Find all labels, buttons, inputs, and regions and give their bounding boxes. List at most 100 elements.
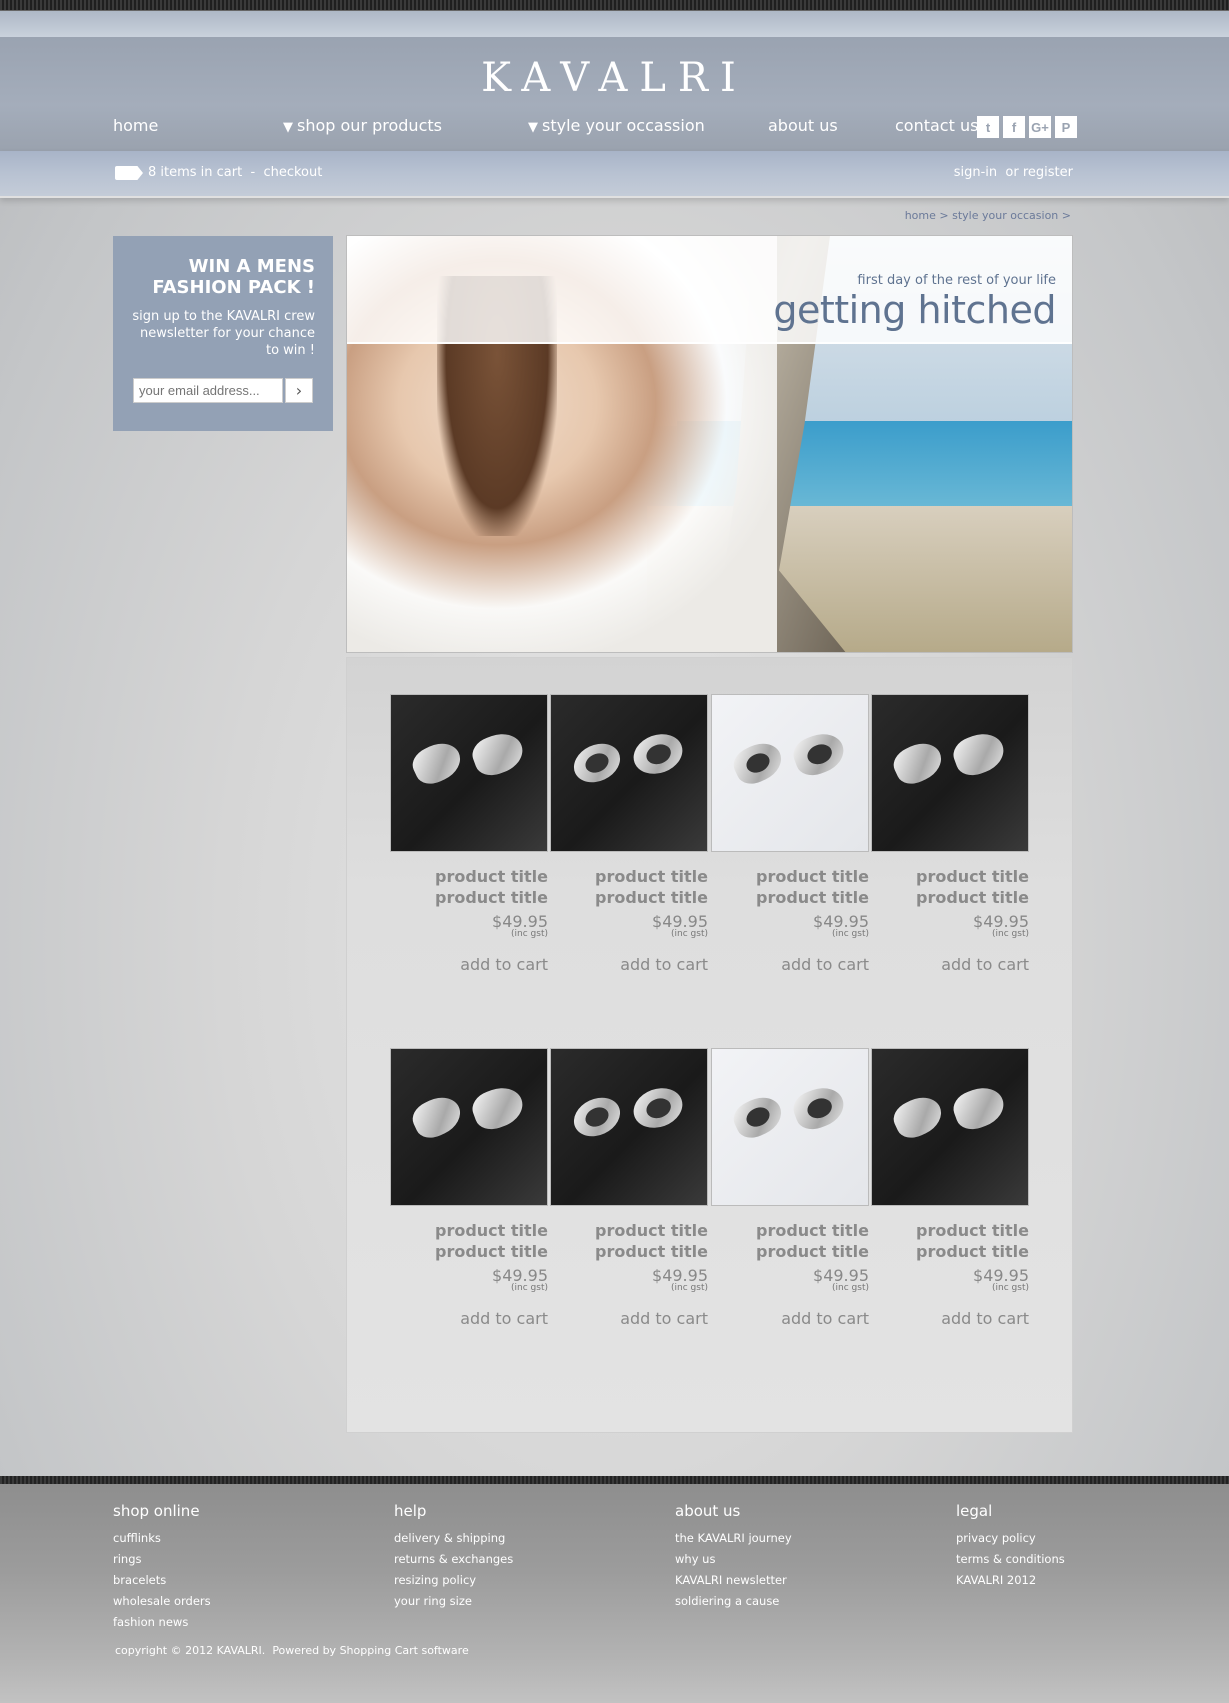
newsletter-title-line2: FASHION PACK ! xyxy=(152,277,315,298)
site-header: KAVALRI home ▼ shop our products ▼ style y… xyxy=(0,37,1229,151)
breadcrumb-separator: > xyxy=(939,209,949,222)
social-links: t f G+ P xyxy=(977,116,1077,138)
nav-style-label: style your occassion xyxy=(542,116,705,135)
facebook-icon[interactable]: f xyxy=(1003,116,1025,138)
add-to-cart-button[interactable]: add to cart xyxy=(871,955,1029,974)
product-card: product title product title $49.95 (inc gst… xyxy=(550,1048,708,1328)
product-gst-note: (inc gst) xyxy=(832,929,869,939)
footer-link-cufflinks[interactable]: cufflinks xyxy=(113,1528,211,1549)
cufflink-shape xyxy=(567,1090,627,1144)
footer-link-privacy[interactable]: privacy policy xyxy=(956,1528,1065,1549)
add-to-cart-button[interactable]: add to cart xyxy=(550,955,708,974)
newsletter-title-line1: WIN A MENS xyxy=(188,256,315,277)
cufflink-shape xyxy=(628,1081,688,1135)
product-card: product title product title $49.95 (inc gst… xyxy=(711,1048,869,1328)
product-title[interactable]: product title product title xyxy=(390,1220,548,1262)
product-title-line1: product title xyxy=(756,1221,869,1240)
cufflink-shape xyxy=(728,1090,788,1144)
footer-col-shop: shop online cufflinks rings bracelets wh… xyxy=(113,1502,211,1633)
footer-link-bracelets[interactable]: bracelets xyxy=(113,1570,211,1591)
checkout-link[interactable]: checkout xyxy=(263,165,322,180)
footer-link-newsletter[interactable]: KAVALRI newsletter xyxy=(675,1570,792,1591)
nav-about-us[interactable]: about us xyxy=(768,116,838,135)
footer-link-delivery[interactable]: delivery & shipping xyxy=(394,1528,513,1549)
product-card: product title product title $49.95 (inc gst… xyxy=(871,1048,1029,1328)
breadcrumb-current[interactable]: style your occasion xyxy=(952,209,1058,222)
newsletter-submit-button[interactable]: › xyxy=(285,378,313,403)
add-to-cart-button[interactable]: add to cart xyxy=(550,1309,708,1328)
top-texture-strip xyxy=(0,0,1229,11)
site-logo[interactable]: KAVALRI xyxy=(0,55,1229,101)
product-card: product title product title $49.95 (inc gst… xyxy=(390,694,548,974)
product-title[interactable]: product title product title xyxy=(871,1220,1029,1262)
product-title-line2: product title xyxy=(595,888,708,907)
sign-in-link[interactable]: sign-in xyxy=(954,165,997,180)
product-title-line1: product title xyxy=(435,867,548,886)
product-image[interactable] xyxy=(871,1048,1029,1206)
product-title[interactable]: product title product title xyxy=(871,866,1029,908)
product-gst-note: (inc gst) xyxy=(992,1283,1029,1293)
google-plus-icon[interactable]: G+ xyxy=(1029,116,1051,138)
cufflink-shape xyxy=(407,1090,467,1144)
footer-link-rings[interactable]: rings xyxy=(113,1549,211,1570)
footer-link-resizing[interactable]: resizing policy xyxy=(394,1570,513,1591)
product-gst-note: (inc gst) xyxy=(832,1283,869,1293)
product-card: product title product title $49.95 (inc gst… xyxy=(550,694,708,974)
add-to-cart-button[interactable]: add to cart xyxy=(390,1309,548,1328)
cufflink-shape xyxy=(407,736,467,790)
footer-link-cause[interactable]: soldiering a cause xyxy=(675,1591,792,1612)
twitter-icon[interactable]: t xyxy=(977,116,999,138)
product-title-line2: product title xyxy=(595,1242,708,1261)
add-to-cart-button[interactable]: add to cart xyxy=(871,1309,1029,1328)
product-image[interactable] xyxy=(711,1048,869,1206)
hero-banner[interactable]: first day of the rest of your life getti… xyxy=(346,235,1073,653)
nav-contact-us[interactable]: contact us xyxy=(895,116,978,135)
add-to-cart-button[interactable]: add to cart xyxy=(711,955,869,974)
product-image[interactable] xyxy=(871,694,1029,852)
newsletter-email-input[interactable] xyxy=(133,378,283,403)
nav-style-occasion[interactable]: ▼ style your occassion xyxy=(528,116,705,135)
cart-items-link[interactable]: 8 items in cart xyxy=(148,165,242,180)
product-image[interactable] xyxy=(390,1048,548,1206)
newsletter-description: sign up to the KAVALRI crew newsletter f… xyxy=(132,309,315,358)
product-card: product title product title $49.95 (inc gst… xyxy=(871,694,1029,974)
copyright: copyright © 2012 KAVALRI. Powered by Sho… xyxy=(115,1644,469,1657)
product-title[interactable]: product title product title xyxy=(711,1220,869,1262)
footer-link-returns[interactable]: returns & exchanges xyxy=(394,1549,513,1570)
footer-link-journey[interactable]: the KAVALRI journey xyxy=(675,1528,792,1549)
hero-caption-overlay: first day of the rest of your life getti… xyxy=(347,236,1072,344)
product-image[interactable] xyxy=(711,694,869,852)
copyright-text: copyright © 2012 KAVALRI. xyxy=(115,1644,266,1657)
product-title[interactable]: product title product title xyxy=(711,866,869,908)
product-image[interactable] xyxy=(390,694,548,852)
footer-link-why-us[interactable]: why us xyxy=(675,1549,792,1570)
product-image[interactable] xyxy=(550,694,708,852)
pinterest-icon[interactable]: P xyxy=(1055,116,1077,138)
product-gst-note: (inc gst) xyxy=(992,929,1029,939)
add-to-cart-button[interactable]: add to cart xyxy=(711,1309,869,1328)
footer-link-terms[interactable]: terms & conditions xyxy=(956,1549,1065,1570)
cufflink-shape xyxy=(949,1081,1009,1135)
product-gst-note: (inc gst) xyxy=(511,929,548,939)
product-gst-note: (inc gst) xyxy=(671,1283,708,1293)
footer-link-wholesale[interactable]: wholesale orders xyxy=(113,1591,211,1612)
cufflink-shape xyxy=(888,736,948,790)
powered-by-link[interactable]: Powered by Shopping Cart software xyxy=(272,1644,468,1657)
nav-home[interactable]: home xyxy=(113,116,158,135)
cufflink-shape xyxy=(468,1081,528,1135)
add-to-cart-button[interactable]: add to cart xyxy=(390,955,548,974)
product-image[interactable] xyxy=(550,1048,708,1206)
product-title-line2: product title xyxy=(756,1242,869,1261)
product-title[interactable]: product title product title xyxy=(550,1220,708,1262)
nav-shop-label: shop our products xyxy=(297,116,442,135)
nav-shop-products[interactable]: ▼ shop our products xyxy=(283,116,442,135)
footer-link-ring-size[interactable]: your ring size xyxy=(394,1591,513,1612)
product-title[interactable]: product title product title xyxy=(550,866,708,908)
footer-link-fashion-news[interactable]: fashion news xyxy=(113,1612,211,1633)
product-title[interactable]: product title product title xyxy=(390,866,548,908)
register-link[interactable]: or register xyxy=(1005,165,1073,180)
footer-heading: about us xyxy=(675,1502,741,1520)
breadcrumb-home[interactable]: home xyxy=(905,209,936,222)
footer-link-kavalri-2012[interactable]: KAVALRI 2012 xyxy=(956,1570,1065,1591)
cufflink-shape xyxy=(567,736,627,790)
